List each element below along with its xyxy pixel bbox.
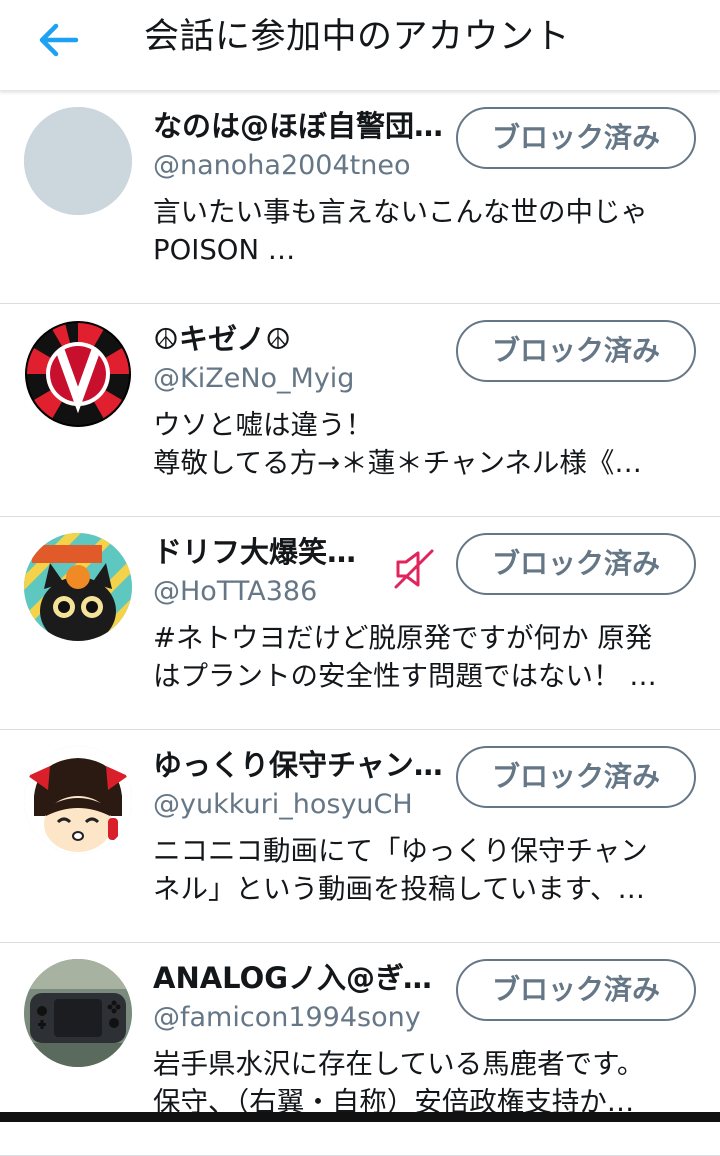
account-name[interactable]: ドリフ大爆笑… [153, 531, 365, 573]
blocked-button[interactable]: ブロック済み [456, 107, 696, 169]
blocked-button[interactable]: ブロック済み [456, 746, 696, 808]
blocked-button[interactable]: ブロック済み [456, 320, 696, 382]
account-name[interactable]: ☮キゼノ☮ [153, 318, 453, 360]
avatar[interactable] [24, 746, 132, 854]
bio-line: ウソと嘘は違う！ [153, 409, 373, 441]
bio-line: 岩手県水沢に存在している馬鹿者です。 [153, 1048, 645, 1080]
avatar[interactable] [24, 533, 132, 641]
account-bio: 岩手県水沢に存在している馬鹿者です。 保守、（右翼・自称）安倍政権支持か… [153, 1045, 698, 1121]
muted-speaker-icon [394, 549, 434, 589]
yukkuri-avatar-icon [24, 746, 132, 854]
blocked-button[interactable]: ブロック済み [456, 959, 696, 1021]
top-app-bar: 会話に参加中のアカウント [0, 0, 720, 91]
account-bio: 言いたい事も言えないこんな世の中じゃ POISON … [153, 193, 698, 269]
account-name[interactable]: ゆっくり保守チャン… [153, 744, 453, 786]
account-row[interactable]: ☮キゼノ☮ @KiZeNo_Myig ウソと嘘は違う！ 尊敬してる方→＊蓮＊チャ… [0, 304, 720, 517]
arrow-left-icon [39, 23, 79, 57]
system-navigation-edge [0, 1112, 720, 1122]
default-avatar-icon [24, 107, 132, 215]
account-list: なのは@ほぼ自警団… @nanoha2004tneo 言いたい事も言えないこんな… [0, 91, 720, 1156]
account-handle: @famicon1994sony [153, 1002, 421, 1033]
account-row[interactable]: なのは@ほぼ自警団… @nanoha2004tneo 言いたい事も言えないこんな… [0, 91, 720, 304]
account-row[interactable]: ゆっくり保守チャン… @yukkuri_hosyuCH ニコニコ動画にて「ゆっく… [0, 730, 720, 943]
account-row[interactable]: ドリフ大爆笑… @HoTTA386 #ネトウヨだけど脱原発ですが何か 原発 はプ… [0, 517, 720, 730]
account-name[interactable]: なのは@ほぼ自警団… [153, 105, 453, 147]
bio-line: 言いたい事も言えないこんな世の中じゃ [153, 196, 648, 228]
account-row[interactable]: ANALOGノ入@ぎっ… @famicon1994sony 岩手県水沢に存在して… [0, 943, 720, 1156]
back-button[interactable] [30, 17, 86, 63]
avatar[interactable] [24, 107, 132, 215]
account-handle: @nanoha2004tneo [153, 150, 411, 181]
account-handle: @HoTTA386 [153, 576, 318, 607]
avatar[interactable] [24, 320, 132, 428]
account-bio: #ネトウヨだけど脱原発ですが何か 原発 はプラントの安全性す問題ではない！ … [153, 619, 698, 695]
bio-line: はプラントの安全性す問題ではない！ … [153, 660, 657, 692]
bio-line: POISON … [153, 234, 296, 266]
account-handle: @KiZeNo_Myig [153, 363, 355, 394]
account-name[interactable]: ANALOGノ入@ぎっ… [153, 957, 453, 999]
page-title: 会話に参加中のアカウント [144, 17, 571, 57]
dartboard-avatar-icon [24, 320, 132, 428]
blocked-button[interactable]: ブロック済み [456, 533, 696, 595]
account-bio: ニコニコ動画にて「ゆっくり保守チャン ネル」という動画を投稿しています、… [153, 832, 698, 908]
bio-line: ネル」という動画を投稿しています、… [153, 873, 645, 905]
account-bio: ウソと嘘は違う！ 尊敬してる方→＊蓮＊チャンネル様《… [153, 406, 698, 482]
bio-line: ニコニコ動画にて「ゆっくり保守チャン [153, 835, 648, 867]
bio-line: 尊敬してる方→＊蓮＊チャンネル様《… [153, 447, 642, 479]
black-cat-avatar-icon [24, 533, 132, 641]
game-console-avatar-icon [24, 959, 132, 1067]
avatar[interactable] [24, 959, 132, 1067]
muted-indicator [392, 547, 436, 591]
account-handle: @yukkuri_hosyuCH [153, 789, 413, 820]
bio-line: #ネトウヨだけど脱原発ですが何か 原発 [153, 622, 653, 654]
